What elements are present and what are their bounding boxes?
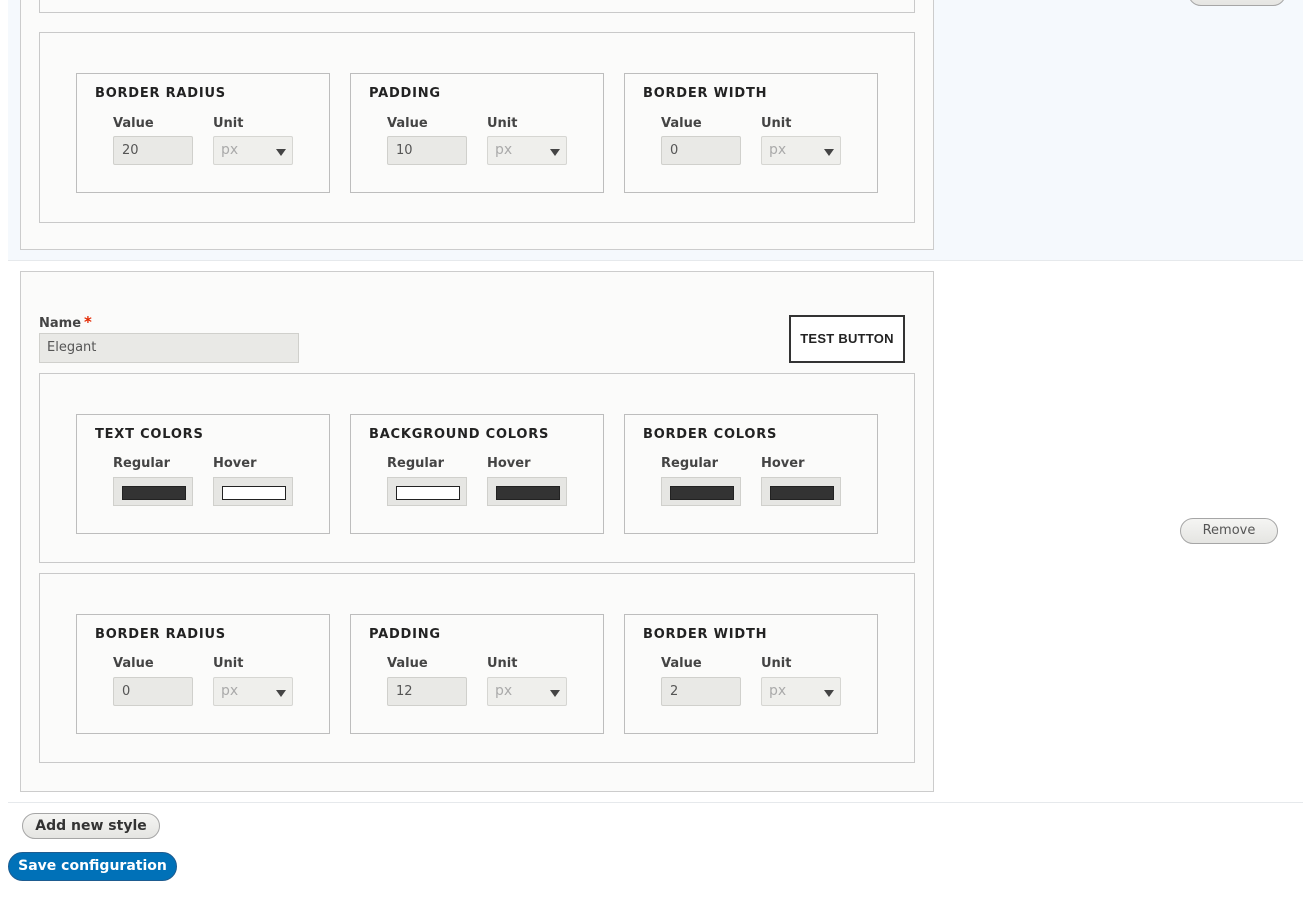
- style-box-1: BORDER RADIUS Value Unit 20 px PADDING V…: [20, 0, 934, 250]
- add-new-style-button[interactable]: Add new style: [22, 813, 160, 839]
- regular-label: Regular: [113, 456, 171, 471]
- color-swatch: [670, 486, 734, 500]
- select-value: px: [221, 142, 239, 158]
- dimensions-fieldset-2: BORDER RADIUS Value Unit 0 px PADDING Va…: [39, 573, 915, 763]
- border-width-group: BORDER WIDTH Value Unit 2 px: [624, 614, 878, 734]
- regular-label: Regular: [387, 456, 445, 471]
- text-regular-color-picker[interactable]: [113, 477, 193, 506]
- select-value: px: [495, 683, 513, 699]
- chevron-down-icon: [550, 690, 560, 697]
- chevron-down-icon: [824, 149, 834, 156]
- padding-unit-select[interactable]: px: [487, 677, 567, 706]
- padding-value-input[interactable]: 12: [387, 677, 467, 706]
- unit-label: Unit: [213, 656, 244, 671]
- style-row-2: Name * Elegant TEST BUTTON TEXT COLORS Re…: [8, 261, 1303, 803]
- select-value: px: [769, 142, 787, 158]
- border-regular-color-picker[interactable]: [661, 477, 741, 506]
- select-value: px: [769, 683, 787, 699]
- padding-group: PADDING Value Unit 10 px: [350, 73, 604, 193]
- border-radius-value-input[interactable]: 20: [113, 136, 193, 165]
- border-width-unit-select[interactable]: px: [761, 136, 841, 165]
- background-hover-color-picker[interactable]: [487, 477, 567, 506]
- border-radius-unit-select[interactable]: px: [213, 136, 293, 165]
- border-radius-unit-select[interactable]: px: [213, 677, 293, 706]
- hover-label: Hover: [213, 456, 257, 471]
- test-button-preview[interactable]: TEST BUTTON: [789, 315, 905, 363]
- padding-unit-select[interactable]: px: [487, 136, 567, 165]
- value-label: Value: [113, 116, 154, 131]
- background-colors-group: BACKGROUND COLORS Regular Hover: [350, 414, 604, 534]
- border-radius-group: BORDER RADIUS Value Unit 20 px: [76, 73, 330, 193]
- group-legend: TEXT COLORS: [95, 427, 204, 442]
- unit-label: Unit: [487, 116, 518, 131]
- save-configuration-button[interactable]: Save configuration: [8, 852, 177, 881]
- border-colors-group: BORDER COLORS Regular Hover: [624, 414, 878, 534]
- hover-label: Hover: [487, 456, 531, 471]
- value-label: Value: [661, 656, 702, 671]
- border-width-group: BORDER WIDTH Value Unit 0 px: [624, 73, 878, 193]
- unit-label: Unit: [761, 116, 792, 131]
- chevron-down-icon: [824, 690, 834, 697]
- color-swatch: [496, 486, 560, 500]
- hover-label: Hover: [761, 456, 805, 471]
- colors-fieldset-2: TEXT COLORS Regular Hover BACKGROUND COL…: [39, 373, 915, 563]
- unit-label: Unit: [213, 116, 244, 131]
- group-legend: PADDING: [369, 627, 441, 642]
- chevron-down-icon: [276, 690, 286, 697]
- color-swatch: [396, 486, 460, 500]
- padding-group: PADDING Value Unit 12 px: [350, 614, 604, 734]
- group-legend: BORDER WIDTH: [643, 86, 768, 101]
- group-legend: BACKGROUND COLORS: [369, 427, 550, 442]
- remove-button-2[interactable]: Remove: [1180, 518, 1278, 544]
- style-name-input[interactable]: Elegant: [39, 333, 299, 363]
- text-hover-color-picker[interactable]: [213, 477, 293, 506]
- required-marker: *: [84, 313, 92, 331]
- color-swatch: [122, 486, 186, 500]
- select-value: px: [221, 683, 239, 699]
- chevron-down-icon: [276, 149, 286, 156]
- padding-value-input[interactable]: 10: [387, 136, 467, 165]
- style-box-2: Name * Elegant TEST BUTTON TEXT COLORS Re…: [20, 271, 934, 792]
- border-radius-group: BORDER RADIUS Value Unit 0 px: [76, 614, 330, 734]
- colors-fieldset-1: [39, 0, 915, 13]
- select-value: px: [495, 142, 513, 158]
- remove-button-1[interactable]: [1188, 0, 1286, 6]
- name-label: Name *: [39, 313, 92, 331]
- value-label: Value: [387, 656, 428, 671]
- dimensions-fieldset-1: BORDER RADIUS Value Unit 20 px PADDING V…: [39, 32, 915, 223]
- group-legend: PADDING: [369, 86, 441, 101]
- border-width-value-input[interactable]: 2: [661, 677, 741, 706]
- group-legend: BORDER RADIUS: [95, 627, 226, 642]
- value-label: Value: [387, 116, 428, 131]
- color-swatch: [770, 486, 834, 500]
- color-swatch: [222, 486, 286, 500]
- background-regular-color-picker[interactable]: [387, 477, 467, 506]
- name-label-text: Name: [39, 316, 82, 331]
- border-radius-value-input[interactable]: 0: [113, 677, 193, 706]
- border-hover-color-picker[interactable]: [761, 477, 841, 506]
- group-legend: BORDER WIDTH: [643, 627, 768, 642]
- unit-label: Unit: [487, 656, 518, 671]
- regular-label: Regular: [661, 456, 719, 471]
- border-width-value-input[interactable]: 0: [661, 136, 741, 165]
- unit-label: Unit: [761, 656, 792, 671]
- group-legend: BORDER COLORS: [643, 427, 778, 442]
- text-colors-group: TEXT COLORS Regular Hover: [76, 414, 330, 534]
- value-label: Value: [113, 656, 154, 671]
- chevron-down-icon: [550, 149, 560, 156]
- value-label: Value: [661, 116, 702, 131]
- style-row-1: BORDER RADIUS Value Unit 20 px PADDING V…: [8, 0, 1303, 261]
- group-legend: BORDER RADIUS: [95, 86, 226, 101]
- border-width-unit-select[interactable]: px: [761, 677, 841, 706]
